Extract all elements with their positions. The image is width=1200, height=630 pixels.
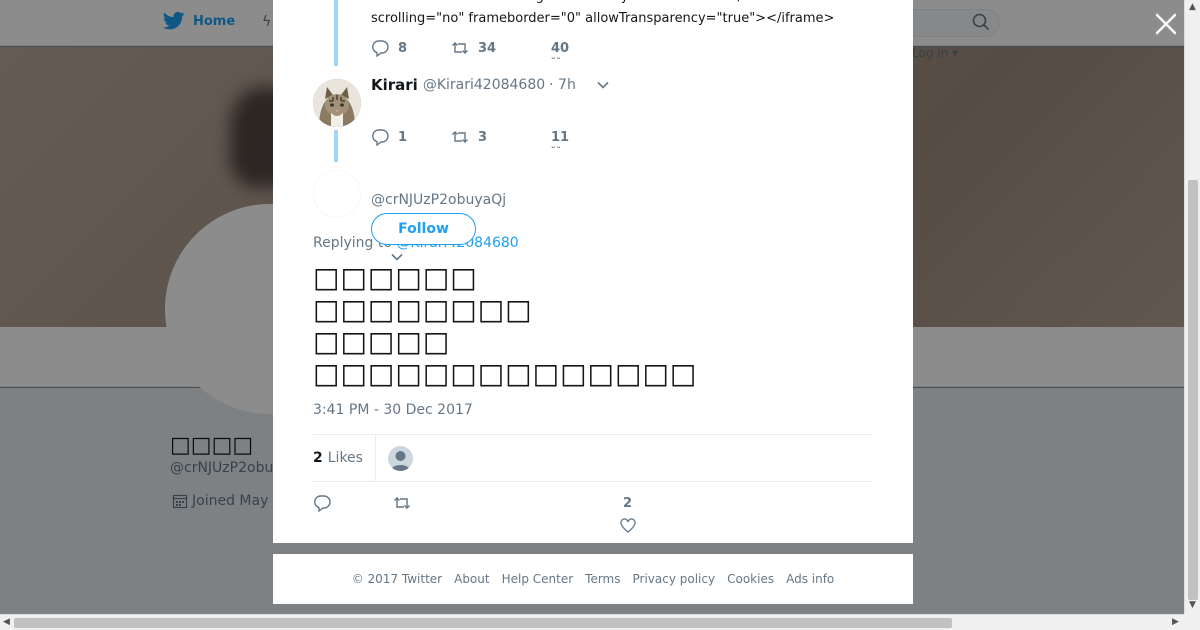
avatar[interactable]	[313, 79, 361, 127]
liker-avatar[interactable]	[387, 445, 413, 471]
like-button[interactable]: 11 ᵕᵕ	[551, 129, 591, 154]
heart-icon	[620, 518, 636, 533]
reply-count: 1	[398, 129, 408, 145]
scroll-left-icon[interactable]: ◀	[3, 617, 10, 627]
like-button[interactable]: 2	[473, 494, 636, 533]
scrollbar-corner	[1184, 614, 1200, 630]
footer-link-privacy[interactable]: Privacy policy	[633, 572, 716, 586]
author-handle[interactable]: @crNJUzP2obuyaQj	[371, 192, 506, 208]
tweet-permalink-modal: <iframe width="300" height="215" style="…	[273, 0, 913, 543]
retweet-button[interactable]: 3	[451, 128, 551, 146]
tweet-text-line: □□□□□	[313, 325, 451, 358]
reply-count: 8	[398, 40, 408, 56]
tweet-time[interactable]: · 7h	[549, 77, 576, 93]
footer-link-terms[interactable]: Terms	[585, 572, 620, 586]
author-handle[interactable]: @Kirari42084680	[423, 77, 545, 93]
tweet-actions: 1 3 11 ᵕᵕ	[371, 128, 591, 154]
likes-label: Likes	[327, 450, 363, 466]
tweet-actions: 8 34 40 ᵕᵕ	[371, 39, 591, 65]
thread-line	[334, 130, 338, 162]
embed-code-line: scrolling="no" frameborder="0" allowTran…	[371, 11, 835, 26]
scroll-right-icon[interactable]: ▶	[1172, 617, 1179, 627]
likes-stat[interactable]: 2 Likes	[313, 434, 376, 482]
vertical-scrollbar[interactable]: ▲ ▼	[1184, 0, 1200, 615]
retweet-button[interactable]: 34	[451, 39, 551, 57]
like-count: 40	[551, 40, 570, 56]
reply-button[interactable]: 1	[371, 128, 451, 146]
like-button[interactable]: 40 ᵕᵕ	[551, 40, 591, 65]
embed-code-text: <iframe width="300" height="215" style="…	[371, 0, 891, 30]
reply-icon	[372, 40, 389, 57]
reply-icon	[314, 495, 331, 513]
retweet-icon	[452, 131, 468, 143]
reply-button[interactable]: 8	[371, 39, 451, 57]
like-count: 11	[551, 129, 570, 145]
likes-count: 2	[313, 450, 323, 466]
footer-link-help-center[interactable]: Help Center	[502, 572, 574, 586]
copyright: © 2017 Twitter	[351, 572, 443, 586]
footer-link-ads-info[interactable]: Ads info	[786, 572, 834, 586]
scroll-down-icon[interactable]: ▼	[1189, 600, 1196, 610]
tweet-text-line: □□□□□□□□	[313, 293, 533, 326]
retweet-icon	[394, 497, 410, 509]
embed-code-line: <iframe width="300" height="215" style="…	[371, 0, 891, 8]
modal-footer: © 2017 Twitter About Help Center Terms P…	[273, 554, 913, 604]
retweet-count: 34	[478, 40, 497, 56]
footer-link-about[interactable]: About	[454, 572, 489, 586]
chevron-down-icon[interactable]	[596, 78, 610, 92]
cat-avatar-image	[313, 79, 361, 127]
close-icon[interactable]	[1154, 12, 1178, 36]
retweet-icon	[452, 42, 468, 54]
follow-button[interactable]: Follow	[371, 213, 476, 245]
footer-link-cookies[interactable]: Cookies	[727, 572, 774, 586]
tweet-text-line: □□□□□□□□□□□□□□	[313, 357, 698, 390]
author-name[interactable]: Kirari	[371, 76, 418, 94]
vertical-scroll-thumb[interactable]	[1188, 180, 1198, 600]
like-count: 2	[623, 496, 633, 511]
retweet-button[interactable]	[393, 494, 473, 516]
tweet-actions: 2	[313, 494, 636, 533]
tweet-stats: 2 Likes	[313, 434, 873, 482]
tweet-header: Kirari @Kirari42084680 · 7h	[371, 76, 610, 94]
scroll-up-icon[interactable]: ▲	[1189, 2, 1196, 12]
heart-icon-clipped: ᵕᵕ	[551, 143, 562, 154]
tweet-text-line: □□□□□□	[313, 261, 478, 294]
heart-icon-clipped: ᵕᵕ	[551, 54, 562, 65]
thread-line	[334, 0, 338, 66]
avatar[interactable]	[313, 170, 361, 218]
tweet-text: □□□□□□ □□□□□□□□ □□□□□ □□□□□□□□□□□□□□	[313, 262, 697, 390]
reply-icon	[372, 129, 389, 146]
tweet-timestamp[interactable]: 3:41 PM - 30 Dec 2017	[313, 402, 473, 418]
default-user-icon	[390, 450, 410, 471]
horizontal-scroll-thumb[interactable]	[14, 618, 952, 628]
reply-button[interactable]	[313, 494, 393, 516]
horizontal-scrollbar[interactable]: ◀ ▶	[0, 614, 1184, 630]
retweet-count: 3	[478, 129, 488, 145]
